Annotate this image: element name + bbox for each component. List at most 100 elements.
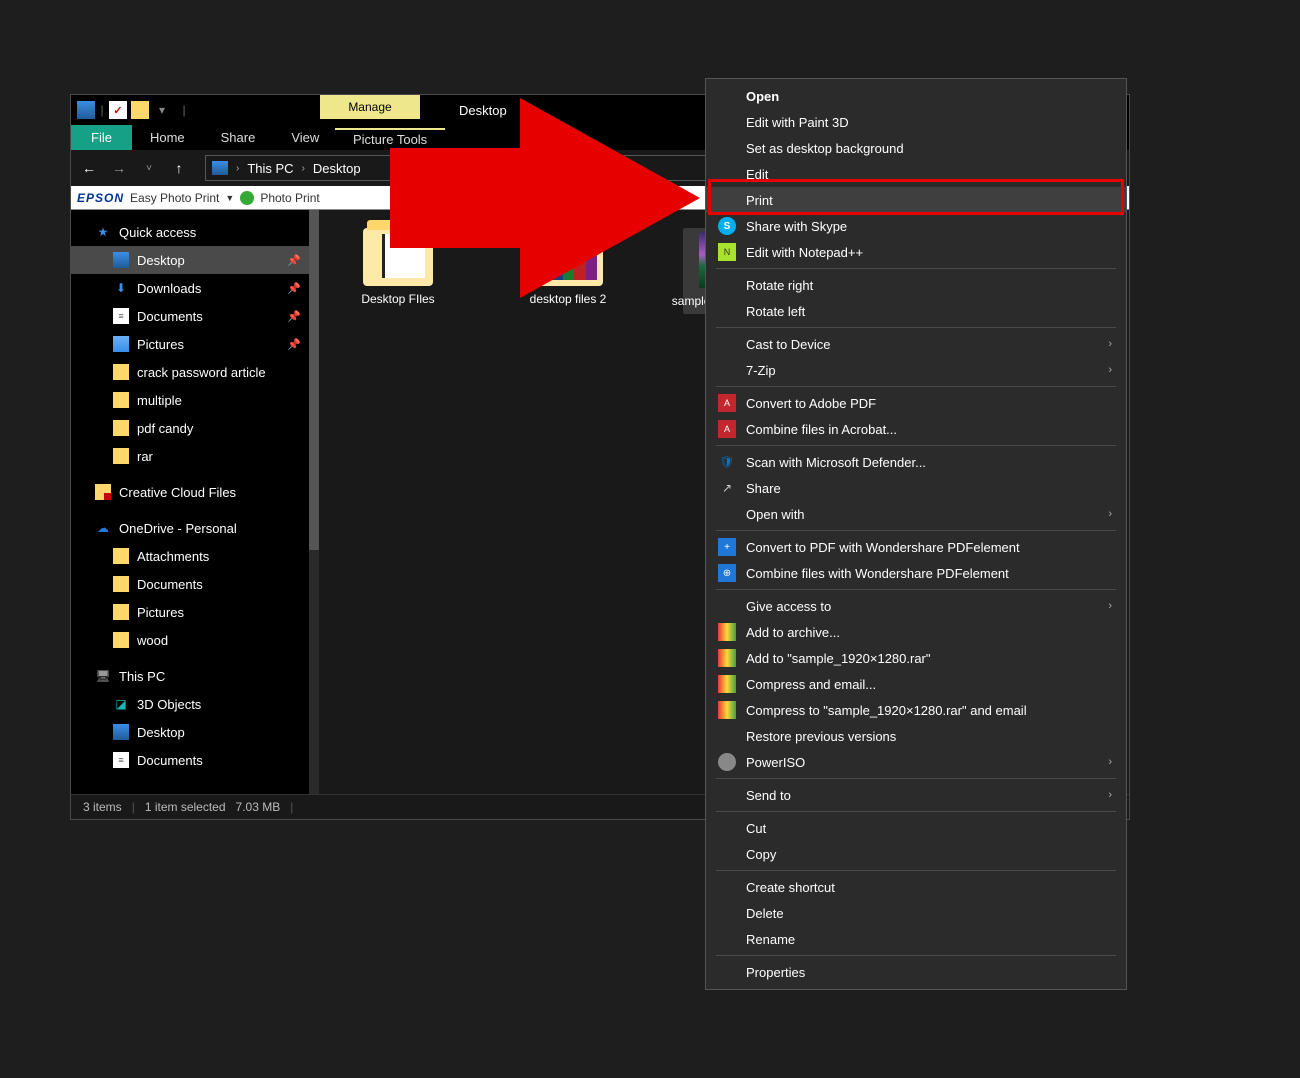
chevron-right-icon[interactable]: › (236, 163, 239, 174)
sidebar-item-documents[interactable]: ≡ Documents (71, 746, 319, 774)
ctx-rename[interactable]: Rename (706, 926, 1126, 952)
ctx-rotate-right[interactable]: Rotate right (706, 272, 1126, 298)
ctx-print[interactable]: Print (706, 187, 1126, 213)
ctx-add-archive[interactable]: Add to archive... (706, 619, 1126, 645)
ctx-add-rar[interactable]: Add to "sample_1920×1280.rar" (706, 645, 1126, 671)
crumb-this-pc[interactable]: This PC (247, 161, 293, 176)
sidebar-item-downloads[interactable]: ⬇ Downloads 📌 (71, 274, 319, 302)
ctx-label: Rotate left (746, 304, 805, 319)
up-button[interactable]: ↑ (169, 160, 189, 176)
ctx-edit-notepadpp[interactable]: NEdit with Notepad++ (706, 239, 1126, 265)
epson-dropdown-icon[interactable]: ▼ (225, 193, 234, 203)
sidebar-item-folder[interactable]: wood (71, 626, 319, 654)
ctx-compress-email[interactable]: Compress and email... (706, 671, 1126, 697)
sidebar-item-folder[interactable]: rar (71, 442, 319, 470)
location-icon (212, 161, 228, 175)
ctx-open[interactable]: Open (706, 83, 1126, 109)
folder-icon (113, 604, 129, 620)
chevron-right-icon[interactable]: › (302, 163, 305, 174)
share-tab[interactable]: Share (203, 130, 274, 145)
sidebar-item-desktop[interactable]: Desktop 📌 (71, 246, 319, 274)
folder-item[interactable]: Desktop FIles (343, 228, 453, 308)
ctx-label: Compress and email... (746, 677, 876, 692)
sidebar-item-this-pc[interactable]: 🖥 This PC (71, 662, 319, 690)
tree-label: Downloads (137, 281, 201, 296)
sidebar-item-desktop[interactable]: Desktop (71, 718, 319, 746)
notepadpp-icon: N (718, 243, 736, 261)
sidebar-item-creative-cloud[interactable]: Creative Cloud Files (71, 478, 319, 506)
ctx-create-shortcut[interactable]: Create shortcut (706, 874, 1126, 900)
ctx-properties[interactable]: Properties (706, 959, 1126, 985)
ctx-cut[interactable]: Cut (706, 815, 1126, 841)
ctx-7zip[interactable]: 7-Zip› (706, 357, 1126, 383)
ctx-set-background[interactable]: Set as desktop background (706, 135, 1126, 161)
home-tab[interactable]: Home (132, 130, 203, 145)
sidebar-item-documents[interactable]: ≡ Documents 📌 (71, 302, 319, 330)
ctx-scan-defender[interactable]: 🛡Scan with Microsoft Defender... (706, 449, 1126, 475)
easy-photo-print-button[interactable]: Easy Photo Print (130, 191, 219, 205)
ctx-share-skype[interactable]: SShare with Skype (706, 213, 1126, 239)
ctx-label: Print (746, 193, 773, 208)
photo-print-button[interactable]: Photo Print (260, 191, 319, 205)
folder-icon (363, 228, 433, 286)
ctx-wondershare-convert[interactable]: +Convert to PDF with Wondershare PDFelem… (706, 534, 1126, 560)
back-button[interactable]: ← (79, 160, 99, 176)
ctx-share[interactable]: ↗Share (706, 475, 1126, 501)
folder-icon (533, 228, 603, 286)
sidebar-item-3d-objects[interactable]: ◪ 3D Objects (71, 690, 319, 718)
ctx-send-to[interactable]: Send to› (706, 782, 1126, 808)
ctx-cast-to-device[interactable]: Cast to Device› (706, 331, 1126, 357)
explorer-icon (77, 101, 95, 119)
sidebar-scrollbar[interactable] (309, 210, 319, 794)
pin-icon: 📌 (287, 338, 301, 351)
qat-dropdown-icon[interactable]: ▾ (153, 101, 171, 119)
picture-tools-tab[interactable]: Picture Tools (335, 128, 445, 147)
sidebar-item-folder[interactable]: Attachments (71, 542, 319, 570)
quick-access-node[interactable]: ★ Quick access (71, 218, 319, 246)
ctx-poweriso[interactable]: PowerISO› (706, 749, 1126, 775)
ctx-delete[interactable]: Delete (706, 900, 1126, 926)
new-folder-icon[interactable] (131, 101, 149, 119)
view-tab[interactable]: View (273, 130, 337, 145)
ctx-edit[interactable]: Edit (706, 161, 1126, 187)
folder-icon (113, 632, 129, 648)
sidebar-item-folder[interactable]: pdf candy (71, 414, 319, 442)
sidebar-item-folder[interactable]: crack password article (71, 358, 319, 386)
ctx-label: Add to "sample_1920×1280.rar" (746, 651, 931, 666)
ctx-label: Compress to "sample_1920×1280.rar" and e… (746, 703, 1027, 718)
ctx-label: Convert to Adobe PDF (746, 396, 876, 411)
folder-icon (113, 420, 129, 436)
status-separator: | (290, 800, 293, 814)
ctx-restore-versions[interactable]: Restore previous versions (706, 723, 1126, 749)
crumb-desktop[interactable]: Desktop (313, 161, 361, 176)
pictures-icon (113, 336, 129, 352)
ctx-label: Copy (746, 847, 776, 862)
ctx-open-with[interactable]: Open with› (706, 501, 1126, 527)
ctx-convert-adobe-pdf[interactable]: AConvert to Adobe PDF (706, 390, 1126, 416)
ctx-give-access[interactable]: Give access to› (706, 593, 1126, 619)
ctx-wondershare-combine[interactable]: ⊕Combine files with Wondershare PDFeleme… (706, 560, 1126, 586)
ctx-rotate-left[interactable]: Rotate left (706, 298, 1126, 324)
manage-contextual-tab[interactable]: Manage (320, 95, 420, 119)
qat-divider: | (175, 101, 193, 119)
sidebar-item-folder[interactable]: Pictures (71, 598, 319, 626)
ctx-combine-acrobat[interactable]: ACombine files in Acrobat... (706, 416, 1126, 442)
file-tab[interactable]: File (71, 125, 132, 150)
ctx-label: Add to archive... (746, 625, 840, 640)
ctx-compress-rar-email[interactable]: Compress to "sample_1920×1280.rar" and e… (706, 697, 1126, 723)
properties-icon[interactable]: ✓ (109, 101, 127, 119)
epson-logo: EPSON (77, 191, 124, 205)
pin-icon: 📌 (287, 254, 301, 267)
ctx-edit-paint3d[interactable]: Edit with Paint 3D (706, 109, 1126, 135)
ctx-label: Create shortcut (746, 880, 835, 895)
scrollbar-thumb[interactable] (309, 210, 319, 550)
sidebar-item-onedrive[interactable]: ☁ OneDrive - Personal (71, 514, 319, 542)
forward-button[interactable]: → (109, 160, 129, 176)
recent-dropdown-icon[interactable]: ˅ (139, 163, 159, 174)
ctx-copy[interactable]: Copy (706, 841, 1126, 867)
ctx-label: Share with Skype (746, 219, 847, 234)
sidebar-item-folder[interactable]: Documents (71, 570, 319, 598)
folder-item[interactable]: desktop files 2 (513, 228, 623, 308)
sidebar-item-folder[interactable]: multiple (71, 386, 319, 414)
sidebar-item-pictures[interactable]: Pictures 📌 (71, 330, 319, 358)
